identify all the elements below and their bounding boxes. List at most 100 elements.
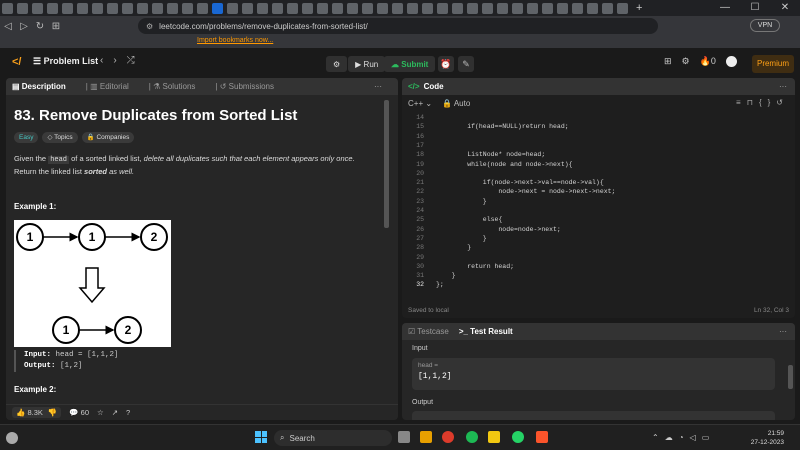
- auto-mode-toggle[interactable]: 🔒 Auto: [442, 99, 470, 108]
- code-line[interactable]: 28 }: [402, 243, 795, 252]
- tab-favicon[interactable]: [77, 2, 88, 14]
- code-line[interactable]: 27 }: [402, 234, 795, 243]
- brackets-icon[interactable]: {}: [759, 98, 776, 107]
- bookmark-icon[interactable]: ⊓: [747, 98, 759, 107]
- grid-icon[interactable]: ⊞: [48, 21, 64, 32]
- tab-favicon[interactable]: [32, 2, 43, 14]
- tab-favicon[interactable]: [482, 2, 493, 14]
- code-line[interactable]: 19 while(node and node->next){: [402, 160, 795, 169]
- chrome-icon[interactable]: [442, 431, 454, 443]
- tab-test-result[interactable]: >_ Test Result: [459, 327, 513, 336]
- format-icon[interactable]: ≡: [736, 98, 747, 107]
- notes-icon[interactable]: ✎: [458, 56, 474, 72]
- code-line[interactable]: 21 if(node->next->val==node->val){: [402, 178, 795, 187]
- tab-favicon[interactable]: [137, 2, 148, 14]
- star-icon[interactable]: ☆: [97, 408, 104, 417]
- code-line[interactable]: 31 }: [402, 271, 795, 280]
- code-line[interactable]: 24: [402, 206, 795, 215]
- brave-icon[interactable]: [536, 431, 548, 443]
- tab-favicon[interactable]: [452, 2, 463, 14]
- code-line[interactable]: 29: [402, 253, 795, 262]
- dislike-button[interactable]: 👎: [48, 408, 57, 417]
- tab-favicon[interactable]: [272, 2, 283, 14]
- tab-favicon[interactable]: [617, 2, 628, 14]
- tab-favicon[interactable]: [152, 2, 163, 14]
- topics-badge[interactable]: ◇ Topics: [42, 132, 78, 143]
- vpn-badge[interactable]: VPN: [750, 19, 780, 32]
- tab-favicon[interactable]: [257, 2, 268, 14]
- layout-icon[interactable]: ⊞: [664, 56, 672, 67]
- code-line[interactable]: 17: [402, 141, 795, 150]
- maximize-button[interactable]: ☐: [740, 0, 770, 16]
- tab-favicon[interactable]: [347, 2, 358, 14]
- tab-favicon[interactable]: [197, 2, 208, 14]
- code-line[interactable]: 14: [402, 113, 795, 122]
- timer-icon[interactable]: ⏰: [438, 56, 454, 72]
- active-tab-favicon[interactable]: [212, 2, 223, 14]
- tab-favicon[interactable]: [242, 2, 253, 14]
- battery-icon[interactable]: ▭: [702, 433, 716, 442]
- code-editor[interactable]: 14 15 if(head==NULL)return head; 16 17 18 Li…: [402, 113, 795, 303]
- share-icon[interactable]: ↗: [112, 408, 118, 417]
- tab-favicon[interactable]: [287, 2, 298, 14]
- comments-button[interactable]: 💬 60: [69, 408, 89, 417]
- code-line[interactable]: 15 if(head==NULL)return head;: [402, 122, 795, 131]
- tab-editorial[interactable]: | ▥ Editorial: [86, 82, 139, 91]
- submit-button[interactable]: ☁ Submit: [384, 56, 436, 72]
- tab-favicon[interactable]: [362, 2, 373, 14]
- code-line[interactable]: 26 node=node->next;: [402, 225, 795, 234]
- problem-nav-arrows[interactable]: ‹›⤮: [100, 55, 145, 66]
- minimize-button[interactable]: —: [710, 0, 740, 16]
- taskbar-search[interactable]: ⌕ Search: [274, 430, 392, 446]
- code-line[interactable]: 23 }: [402, 197, 795, 206]
- tab-favicon[interactable]: [2, 2, 13, 14]
- help-icon[interactable]: ?: [126, 408, 130, 417]
- tab-favicon[interactable]: [122, 2, 133, 14]
- new-tab-icon[interactable]: +: [636, 2, 642, 14]
- description-scrollbar[interactable]: [384, 100, 389, 228]
- tab-favicon[interactable]: [587, 2, 598, 14]
- tab-favicon[interactable]: [602, 2, 613, 14]
- tab-testcase[interactable]: ☑ Testcase: [408, 327, 449, 336]
- url-field[interactable]: ⚙ leetcode.com/problems/remove-duplicate…: [138, 18, 658, 34]
- streak-icon[interactable]: 🔥0: [700, 56, 716, 67]
- files-icon[interactable]: [488, 431, 500, 443]
- tab-favicon[interactable]: [572, 2, 583, 14]
- spotify-icon[interactable]: [466, 431, 478, 443]
- code-line[interactable]: 16: [402, 132, 795, 141]
- run-button[interactable]: ▶ Run: [348, 56, 386, 72]
- tab-favicon[interactable]: [377, 2, 388, 14]
- code-line[interactable]: 20: [402, 169, 795, 178]
- volume-icon[interactable]: ◁: [690, 433, 702, 442]
- tab-favicon[interactable]: [227, 2, 238, 14]
- back-icon[interactable]: ◁: [0, 21, 16, 32]
- tab-favicon[interactable]: [527, 2, 538, 14]
- tab-favicon[interactable]: [92, 2, 103, 14]
- clock[interactable]: 21:59 27-12-2023: [744, 429, 784, 447]
- tab-favicon[interactable]: [17, 2, 28, 14]
- code-line[interactable]: 18 ListNode* node=head;: [402, 150, 795, 159]
- test-panel-scrollbar[interactable]: [788, 365, 793, 389]
- weather-icon[interactable]: [6, 432, 18, 444]
- chevron-up-icon[interactable]: ⌃: [652, 433, 665, 442]
- leetcode-logo-icon[interactable]: </: [12, 56, 22, 68]
- close-window-button[interactable]: ✕: [770, 0, 800, 16]
- code-tab-label[interactable]: Code: [424, 82, 444, 91]
- tab-description[interactable]: ▤ Description: [12, 82, 76, 91]
- settings-icon[interactable]: ⚙: [682, 56, 690, 67]
- tab-submissions[interactable]: | ↺ Submissions: [215, 82, 284, 91]
- tab-favicon[interactable]: [302, 2, 313, 14]
- site-info-icon[interactable]: ⚙: [146, 22, 153, 31]
- reload-icon[interactable]: ↻: [32, 21, 48, 32]
- like-button[interactable]: 👍 8.3K: [16, 408, 43, 417]
- tab-favicon[interactable]: [467, 2, 478, 14]
- import-bookmarks-link[interactable]: Import bookmarks now...: [197, 37, 273, 44]
- tab-solutions[interactable]: | ⚗ Solutions: [149, 82, 206, 91]
- tab-favicon[interactable]: [497, 2, 508, 14]
- tab-favicon[interactable]: [512, 2, 523, 14]
- tab-favicon[interactable]: [332, 2, 343, 14]
- code-line[interactable]: 32};: [402, 280, 795, 289]
- tab-favicon[interactable]: [422, 2, 433, 14]
- tab-favicon[interactable]: [542, 2, 553, 14]
- tab-favicon[interactable]: [392, 2, 403, 14]
